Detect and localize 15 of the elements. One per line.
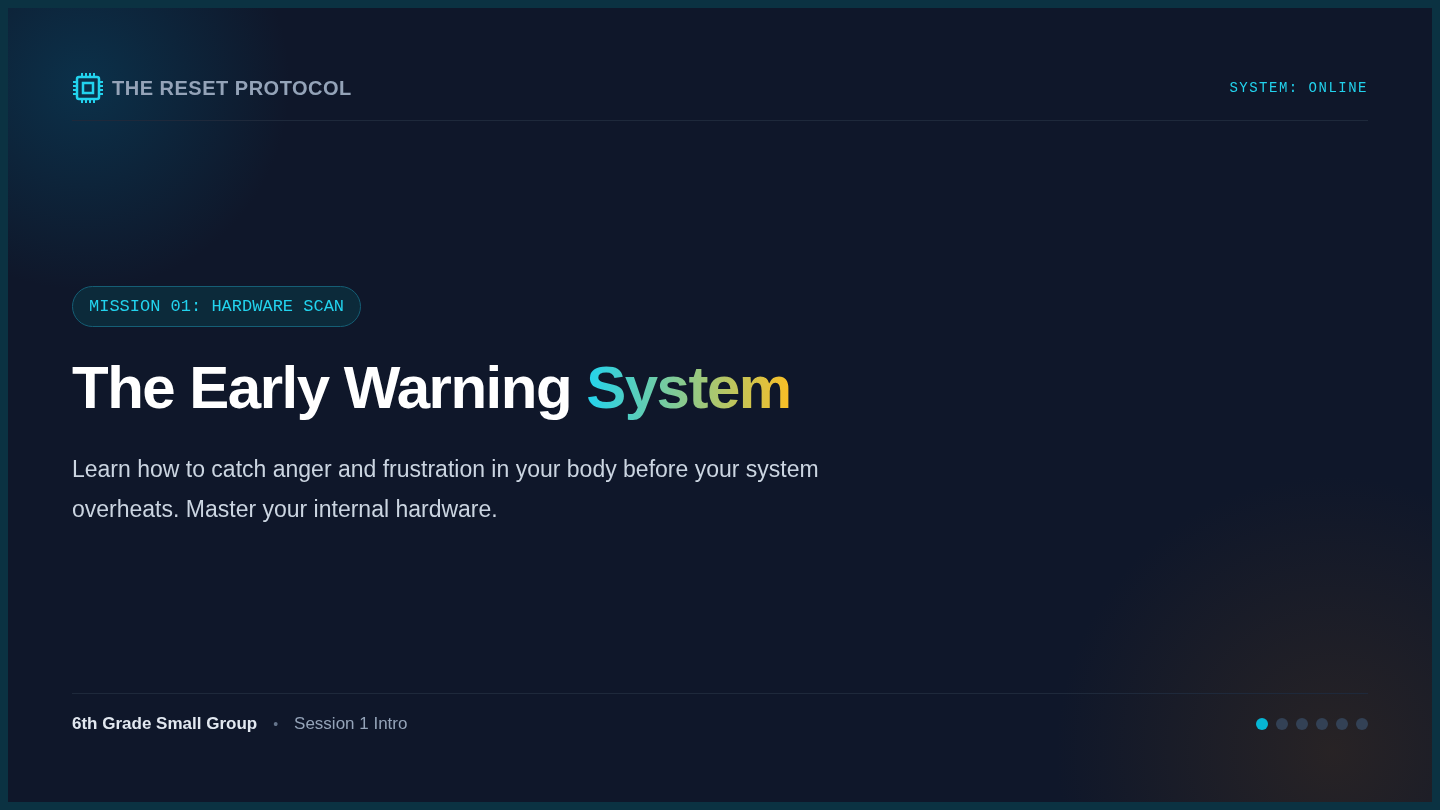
separator-dot: • bbox=[273, 716, 279, 732]
slide-dot[interactable] bbox=[1336, 718, 1348, 730]
slide-subtitle: Learn how to catch anger and frustration in your body before your system overheats. Master your internal hardware. bbox=[72, 455, 820, 525]
system-status: SYSTEM: ONLINE bbox=[1229, 80, 1368, 96]
slide-title: The Early Warning System bbox=[72, 355, 791, 421]
chip-icon bbox=[72, 72, 104, 104]
slide-dot[interactable] bbox=[1276, 718, 1288, 730]
slide-dot[interactable] bbox=[1296, 718, 1308, 730]
group-label: 6th Grade Small Group bbox=[72, 714, 258, 734]
slide-dot[interactable] bbox=[1256, 718, 1268, 730]
slide-dot[interactable] bbox=[1316, 718, 1328, 730]
session-label: Session 1 Intro bbox=[294, 714, 408, 734]
mission-badge: MISSION 01: HARDWARE SCAN bbox=[72, 286, 362, 327]
brand-name: THE RESET PROTOCOL bbox=[112, 76, 352, 100]
slide-dot[interactable] bbox=[1356, 718, 1368, 730]
